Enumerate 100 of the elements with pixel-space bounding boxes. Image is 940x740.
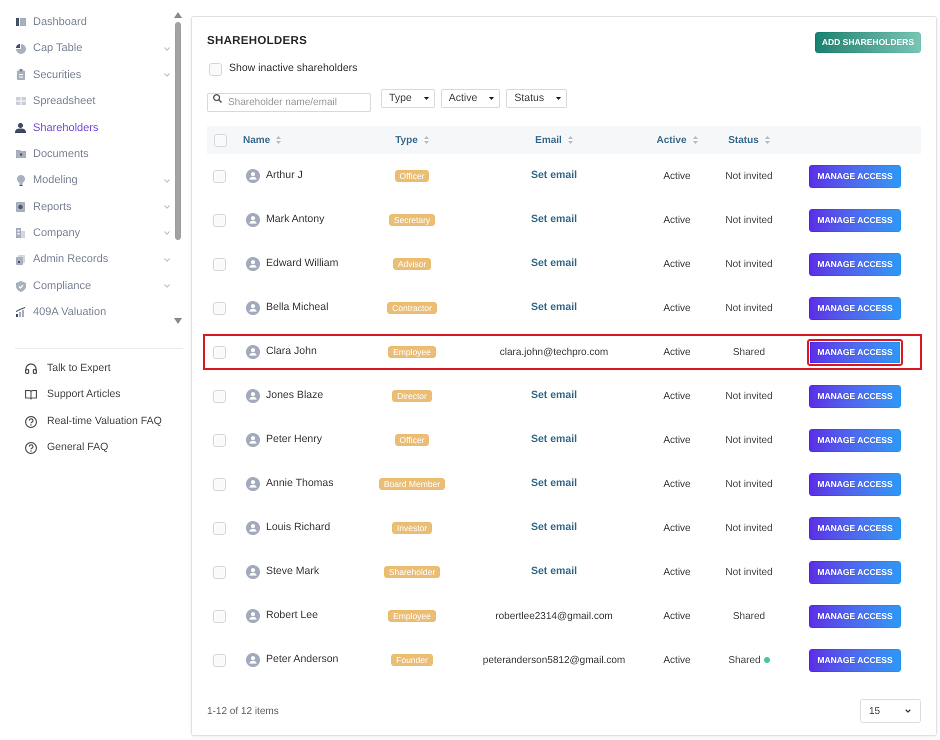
add-shareholders-button[interactable]: ADD SHAREHOLDERS [814, 32, 921, 52]
manage-access-button[interactable]: MANAGE ACCESS [809, 164, 901, 188]
set-email-link[interactable]: Set email [530, 432, 578, 448]
manage-access-button[interactable]: MANAGE ACCESS [809, 296, 901, 320]
row-checkbox[interactable] [213, 346, 226, 358]
sidebar-item[interactable]: Shareholders [0, 114, 174, 141]
set-email-link[interactable]: Set email [530, 520, 578, 536]
manage-access-button[interactable]: MANAGE ACCESS [809, 516, 901, 540]
column-header[interactable]: Email [535, 132, 562, 148]
set-email-link[interactable]: Set email [530, 300, 578, 316]
sidebar-item[interactable]: Reports [0, 194, 174, 220]
column-header[interactable]: Status [728, 132, 759, 148]
sidebar-item[interactable]: Spreadsheet [0, 88, 174, 115]
manage-access-button[interactable]: MANAGE ACCESS [809, 428, 901, 452]
avatar-icon [246, 345, 260, 359]
active-status: Active [663, 522, 691, 536]
manage-access-button[interactable]: MANAGE ACCESS [809, 384, 901, 408]
sort-icon[interactable] [568, 136, 573, 144]
avatar-icon [246, 653, 260, 667]
row-checkbox[interactable] [213, 478, 226, 490]
filter-dropdown[interactable]: Active [440, 89, 500, 108]
email-address: clara.john@techpro.com [500, 346, 608, 360]
manage-access-button[interactable]: MANAGE ACCESS [807, 338, 903, 366]
grid-icon [16, 97, 26, 106]
row-checkbox[interactable] [213, 214, 226, 226]
manage-access-button[interactable]: MANAGE ACCESS [809, 252, 901, 276]
sidebar-item[interactable]: Compliance [0, 272, 174, 300]
scroll-up-button[interactable] [174, 12, 182, 18]
row-checkbox[interactable] [213, 566, 226, 578]
sort-icon[interactable] [692, 136, 698, 144]
sidebar-item[interactable]: 409A Valuation [0, 299, 174, 326]
row-checkbox[interactable] [213, 258, 226, 270]
sidebar-item[interactable]: Admin Records [0, 246, 174, 273]
sidebar-item[interactable]: Modeling [0, 167, 174, 194]
sidebar-item[interactable]: Securities [0, 62, 174, 88]
row-checkbox[interactable] [213, 390, 226, 402]
scrollbar-thumb[interactable] [175, 22, 181, 240]
folder-icon [16, 150, 26, 158]
sort-icon[interactable] [276, 136, 282, 144]
column-header[interactable]: Type [395, 132, 418, 148]
set-email-link[interactable]: Set email [530, 168, 578, 184]
scroll-down-button[interactable] [174, 318, 182, 324]
invite-status: Not invited [725, 434, 773, 448]
report-icon [16, 202, 25, 212]
shareholder-name: Clara John [266, 344, 317, 360]
filter-dropdown[interactable]: Type [381, 89, 435, 108]
help-link[interactable]: Talk to Expert [0, 356, 186, 382]
avatar-icon [246, 477, 260, 491]
email-address: robertlee2314@gmail.com [495, 610, 613, 624]
manage-access-button[interactable]: MANAGE ACCESS [809, 472, 901, 496]
avatar-icon [246, 301, 260, 315]
help-icon [25, 416, 37, 428]
sidebar-item[interactable]: Dashboard [0, 9, 174, 36]
invite-status: Not invited [725, 390, 773, 404]
set-email-link[interactable]: Set email [530, 256, 578, 272]
sort-icon[interactable] [764, 136, 770, 144]
help-icon [25, 442, 37, 454]
type-tag: Officer [394, 170, 430, 182]
page-size-select[interactable]: 15 [860, 699, 921, 723]
shareholder-name: Peter Henry [266, 432, 322, 448]
sort-icon[interactable] [424, 136, 429, 144]
sidebar-item[interactable]: Documents [0, 140, 174, 168]
building-icon [16, 228, 25, 238]
row-checkbox[interactable] [213, 522, 226, 534]
row-checkbox[interactable] [213, 434, 226, 446]
caret-down-icon [489, 97, 494, 100]
invite-status: Not invited [725, 302, 773, 316]
invite-status: Not invited [725, 478, 773, 492]
help-link[interactable]: Real-time Valuation FAQ [0, 408, 186, 435]
set-email-link[interactable]: Set email [530, 388, 578, 404]
type-tag: Officer [394, 434, 430, 446]
shareholder-name: Robert Lee [266, 608, 318, 624]
sidebar-item[interactable]: Cap Table [0, 35, 174, 62]
manage-access-button[interactable]: MANAGE ACCESS [809, 560, 901, 584]
set-email-link[interactable]: Set email [530, 212, 578, 228]
column-header[interactable]: Name [243, 132, 270, 148]
manage-access-button[interactable]: MANAGE ACCESS [809, 648, 901, 672]
page-title: SHAREHOLDERS [207, 34, 308, 50]
help-link[interactable]: General FAQ [0, 434, 186, 462]
filter-dropdown[interactable]: Status [506, 89, 568, 108]
column-header[interactable]: Active [656, 132, 686, 148]
manage-access-button[interactable]: MANAGE ACCESS [809, 604, 901, 628]
search-field[interactable]: Shareholder name/email [207, 93, 371, 112]
row-checkbox[interactable] [213, 170, 226, 182]
avatar-icon [246, 565, 260, 579]
row-checkbox[interactable] [213, 654, 226, 666]
set-email-link[interactable]: Set email [530, 476, 578, 492]
set-email-link[interactable]: Set email [530, 564, 578, 580]
type-tag: Contractor [387, 302, 437, 314]
avatar-icon [246, 521, 260, 535]
manage-access-button[interactable]: MANAGE ACCESS [809, 208, 901, 232]
shareholder-name: Peter Anderson [266, 652, 338, 668]
row-checkbox[interactable] [213, 302, 226, 314]
sidebar-item[interactable]: Company [0, 220, 174, 247]
row-checkbox[interactable] [213, 610, 226, 622]
active-status: Active [663, 566, 691, 580]
help-link[interactable]: Support Articles [0, 382, 186, 408]
invite-status: Shared [728, 654, 761, 668]
checkbox-label: Show inactive shareholders [229, 61, 358, 76]
select-all-checkbox[interactable] [214, 134, 227, 146]
